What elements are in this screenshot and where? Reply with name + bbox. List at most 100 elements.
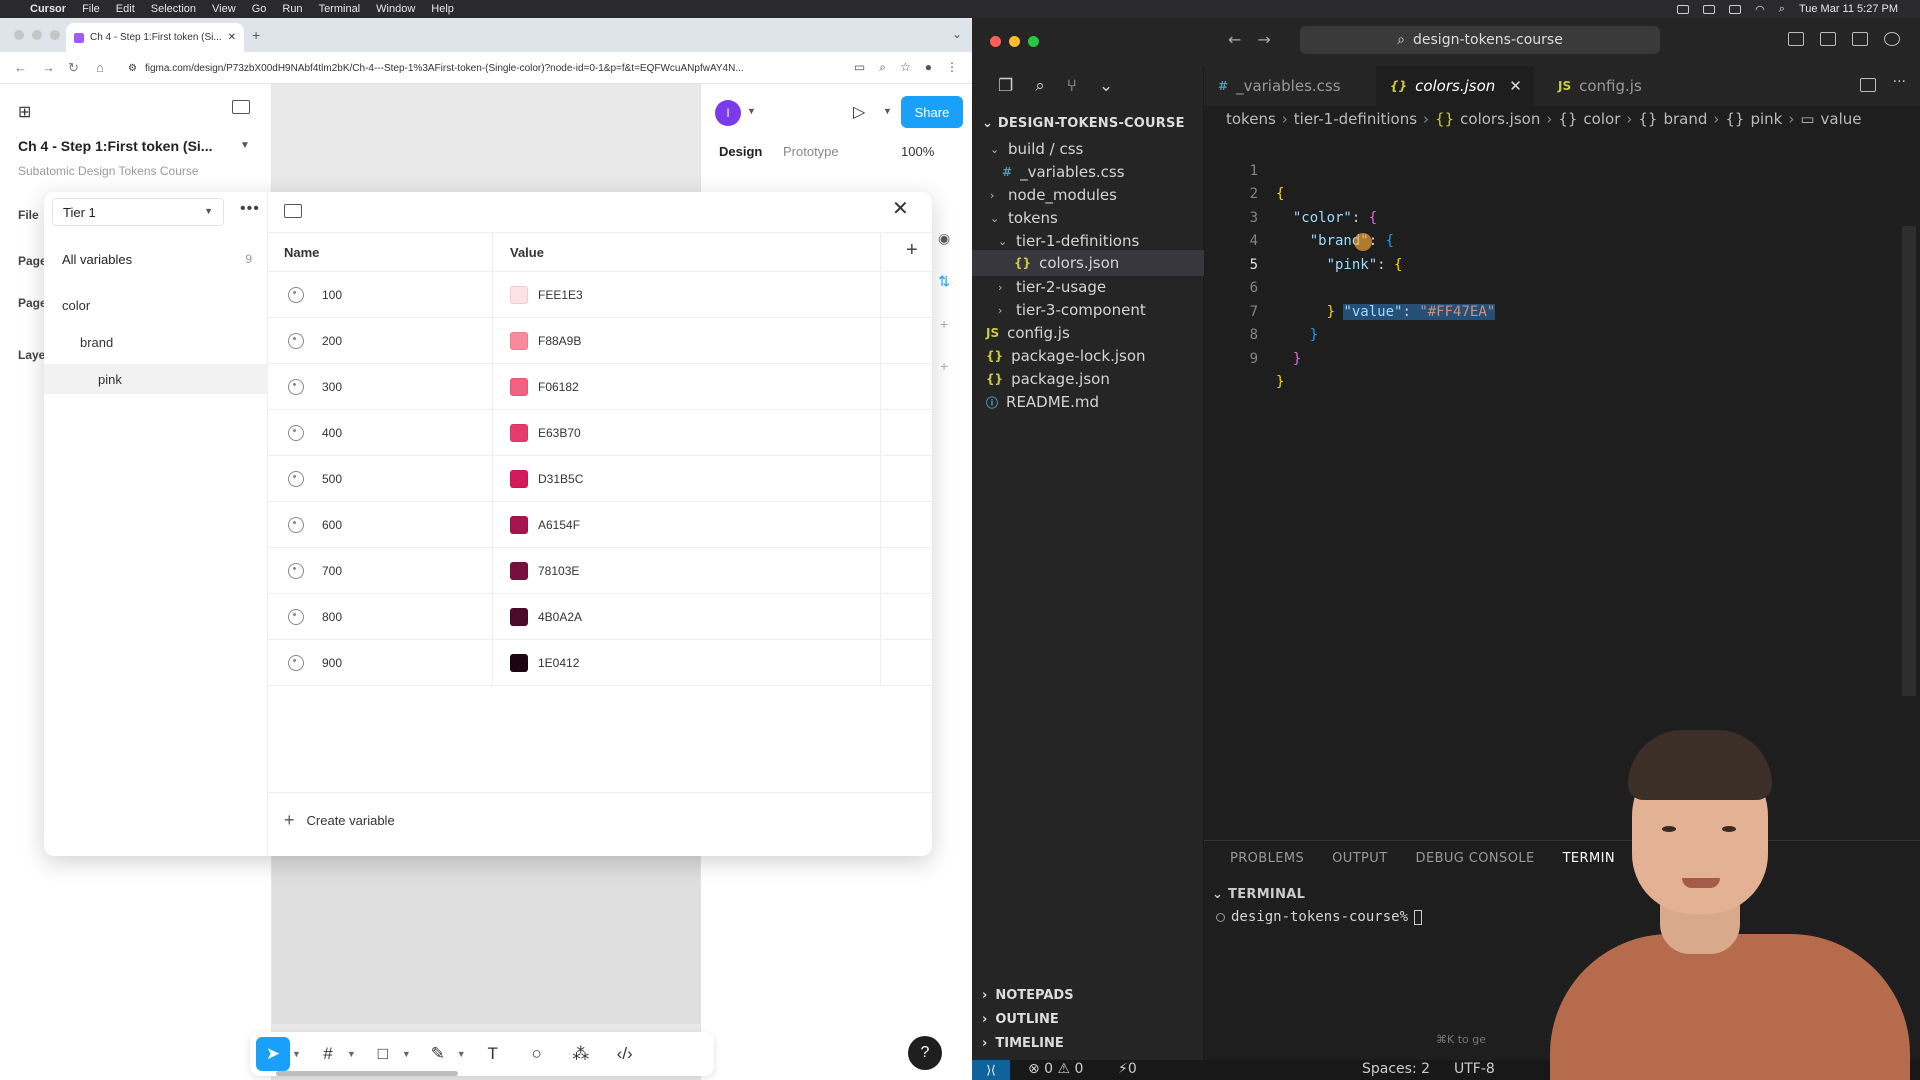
file-title[interactable]: Ch 4 - Step 1:First token (Si... [18,138,212,154]
tree-file-package-lock[interactable]: {} package-lock.json [986,347,1146,365]
table-row[interactable]: 500 D31B5C [268,456,932,502]
variable-value[interactable]: F88A9B [538,334,581,348]
add-icon[interactable]: + [940,358,948,374]
variable-value[interactable]: 4B0A2A [538,610,582,624]
group-brand[interactable]: brand [80,335,113,350]
minimize-window-button[interactable] [1009,36,1020,47]
more-actions-icon[interactable]: ··· [1893,74,1906,90]
source-control-icon[interactable]: ⑂ [1067,76,1077,96]
dev-mode-icon[interactable]: ‹/› [608,1037,642,1071]
status-encoding[interactable]: UTF-8 [1454,1061,1495,1077]
breadcrumb-item[interactable]: tokens [1226,110,1276,128]
group-pink[interactable]: pink [44,364,268,394]
tree-folder-tier-3[interactable]: › tier-3-component [998,301,1146,319]
spotlight-icon[interactable]: ⌕ [1779,3,1785,16]
table-row[interactable]: 800 4B0A2A [268,594,932,640]
url-field[interactable]: ⚙ figma.com/design/P73zbX00dH9NAbf4tlm2b… [128,58,828,78]
move-tool-icon[interactable]: ➤ [256,1037,290,1071]
tree-folder-tier-2[interactable]: › tier-2-usage [998,278,1106,296]
close-window-button[interactable] [990,36,1001,47]
sidebar-file-label[interactable]: File [18,208,39,222]
breadcrumb-item[interactable]: color [1583,110,1620,128]
zoom-window-button[interactable] [50,30,60,40]
chevron-down-icon[interactable]: ▼ [347,1049,356,1059]
menubar-clock[interactable]: Tue Mar 11 5:27 PM [1799,3,1898,15]
sidebar-pages-label[interactable]: Page [18,254,47,268]
status-icon[interactable] [1703,4,1716,14]
tree-folder-build-css[interactable]: ⌄ build / css [990,140,1083,158]
menu-go[interactable]: Go [252,3,267,15]
breadcrumb-item[interactable]: tier-1-definitions [1294,110,1417,128]
variable-value[interactable]: E63B70 [538,426,581,440]
figma-menu-icon[interactable]: ⊞ [18,102,31,122]
canvas-frame[interactable] [272,854,700,1024]
search-icon[interactable]: ⌕ [1035,76,1045,96]
command-search-box[interactable]: ⌕ design-tokens-course [1300,26,1660,54]
tree-file-variables-css[interactable]: # _variables.css [1002,163,1125,181]
variable-value[interactable]: FEE1E3 [538,288,583,302]
color-swatch[interactable] [510,516,528,534]
menu-help[interactable]: Help [431,3,454,15]
breadcrumb-item[interactable]: pink [1750,110,1782,128]
variable-value[interactable]: D31B5C [538,472,583,486]
tree-file-package-json[interactable]: {} package.json [986,370,1110,388]
tab-list-chevron-icon[interactable]: ⌄ [952,27,962,41]
variable-value[interactable]: 1E0412 [538,656,579,670]
components-icon[interactable]: ⁂ [564,1037,598,1071]
browser-tab-figma[interactable]: Ch 4 - Step 1:First token (Si... ✕ [66,23,244,52]
status-indentation[interactable]: Spaces: 2 [1362,1061,1430,1077]
color-swatch[interactable] [510,424,528,442]
close-tab-icon[interactable]: ✕ [228,32,236,43]
tree-file-readme[interactable]: ⓘ README.md [986,393,1099,411]
tab-variables-css[interactable]: # _variables.css [1204,66,1355,106]
new-tab-button[interactable]: + [252,27,260,43]
tree-folder-tokens[interactable]: ⌄ tokens [990,209,1058,227]
table-row[interactable]: 900 1E0412 [268,640,932,686]
toggle-secondary-sidebar-icon[interactable] [1852,32,1868,46]
group-color[interactable]: color [62,298,90,313]
status-problems[interactable]: ⊗ 0 ⚠ 0 [1028,1061,1083,1077]
tab-output[interactable]: OUTPUT [1332,851,1387,866]
section-outline[interactable]: › OUTLINE [982,1012,1059,1027]
table-row[interactable]: 400 E63B70 [268,410,932,456]
close-window-button[interactable] [14,30,24,40]
chevron-down-icon[interactable]: ▼ [457,1049,466,1059]
help-icon[interactable]: ? [908,1036,942,1070]
section-timeline[interactable]: › TIMELINE [982,1036,1064,1051]
more-options-icon[interactable]: ••• [240,200,260,218]
menu-run[interactable]: Run [282,3,302,15]
toggle-sidebar-icon[interactable] [232,100,250,114]
explorer-root[interactable]: ⌄ DESIGN-TOKENS-COURSE [982,116,1185,131]
eye-icon[interactable]: ◉ [938,230,950,247]
variable-value[interactable]: A6154F [538,518,580,532]
zoom-level[interactable]: 100% [901,144,934,159]
split-editor-icon[interactable] [1860,78,1876,92]
browser-menu-icon[interactable]: ⋮ [946,60,958,75]
create-variable-button[interactable]: + Create variable [284,810,395,831]
back-icon[interactable]: ← [14,60,27,75]
present-play-icon[interactable]: ▷ [853,102,865,122]
color-swatch[interactable] [510,654,528,672]
remote-icon[interactable]: ⟩⟨ [972,1060,1010,1080]
variable-value[interactable]: F06182 [538,380,579,394]
toggle-sidebar-icon[interactable] [1788,32,1804,46]
share-button[interactable]: Share [901,96,963,128]
profile-icon[interactable]: ● [925,60,932,75]
add-mode-icon[interactable]: + [906,239,918,262]
tab-problems[interactable]: PROBLEMS [1230,851,1304,866]
avatar-chevron-icon[interactable]: ▼ [747,106,756,116]
table-row[interactable]: 700 78103E [268,548,932,594]
section-notepads[interactable]: › NOTEPADS [982,988,1074,1003]
horizontal-scrollbar[interactable] [276,1071,458,1076]
chevron-down-icon[interactable]: ▼ [402,1049,411,1059]
menu-view[interactable]: View [212,3,236,15]
sidebar-layers-label[interactable]: Laye [18,348,45,362]
screen-record-icon[interactable] [1677,4,1690,14]
table-row[interactable]: 300 F06182 [268,364,932,410]
zoom-icon[interactable]: ⌕ [879,60,886,75]
close-icon[interactable]: ✕ [892,196,909,221]
toggle-panel-icon[interactable] [1820,32,1836,46]
file-title-chevron-icon[interactable]: ▼ [240,140,250,151]
sidebar-page-label[interactable]: Page [18,296,47,310]
user-avatar[interactable]: I [715,100,741,126]
